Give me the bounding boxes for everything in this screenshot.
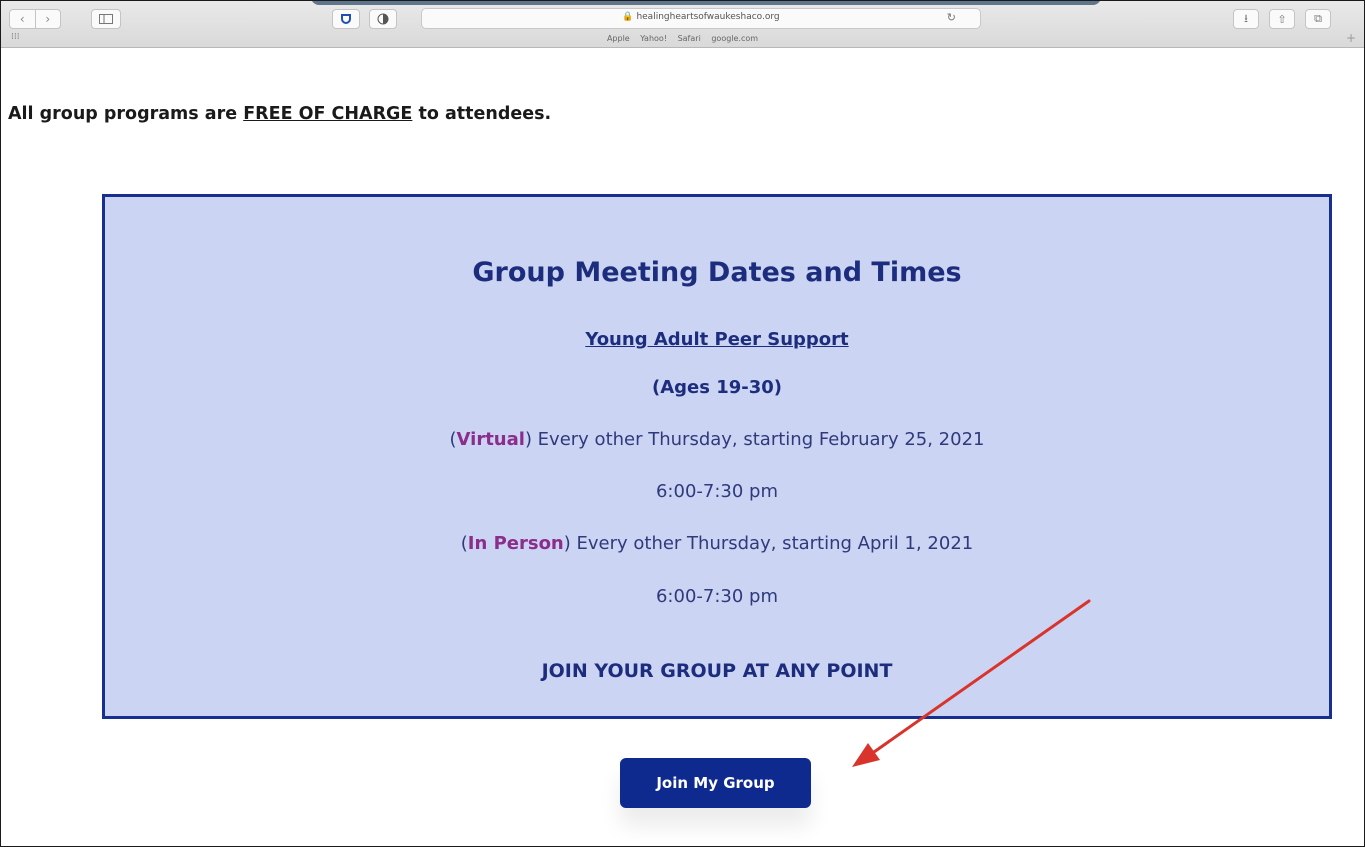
age-range: (Ages 19-30) bbox=[651, 377, 783, 398]
meeting-info-panel: Group Meeting Dates and Times Young Adul… bbox=[102, 194, 1332, 719]
favorite-safari[interactable]: Safari bbox=[678, 34, 701, 43]
favorites-bar: ⁞⁞⁞ Apple Yahoo! Safari google.com + bbox=[1, 31, 1364, 47]
virtual-session-schedule: (Virtual) Every other Thursday, starting… bbox=[449, 429, 985, 450]
favorite-apple[interactable]: Apple bbox=[607, 34, 630, 43]
join-note: JOIN YOUR GROUP AT ANY POINT bbox=[541, 660, 893, 682]
half-circle-icon bbox=[377, 13, 389, 25]
address-bar[interactable]: 🔒 healingheartsofwaukeshaco.org ↻ bbox=[421, 8, 981, 29]
favorite-yahoo[interactable]: Yahoo! bbox=[640, 34, 667, 43]
new-tab-icon[interactable]: + bbox=[1346, 31, 1356, 45]
share-icon[interactable]: ⇧ bbox=[1269, 9, 1295, 29]
virtual-session-time: 6:00-7:30 pm bbox=[655, 481, 779, 502]
program-title-link[interactable]: Young Adult Peer Support bbox=[105, 329, 1329, 350]
shield-extension-icon[interactable] bbox=[332, 9, 360, 29]
privacy-extension-icon[interactable] bbox=[369, 9, 397, 29]
panel-heading: Group Meeting Dates and Times bbox=[472, 257, 962, 288]
forward-icon[interactable]: › bbox=[34, 10, 61, 28]
in-person-session-schedule: (In Person) Every other Thursday, starti… bbox=[460, 533, 974, 554]
download-icon[interactable]: ⭳ bbox=[1233, 9, 1259, 29]
url-text: 🔒 healingheartsofwaukeshaco.org bbox=[622, 12, 780, 22]
back-icon[interactable]: ‹ bbox=[10, 10, 35, 28]
free-of-charge-text: FREE OF CHARGE bbox=[243, 104, 413, 124]
join-my-group-button[interactable]: Join My Group bbox=[620, 758, 811, 808]
shield-glyph-icon bbox=[341, 14, 351, 24]
browser-window: ‹ › 🔒 healingheartsofwaukeshaco.org ↻ ⭳ … bbox=[0, 0, 1365, 847]
url-label: healingheartsofwaukeshaco.org bbox=[636, 12, 780, 22]
sidebar-glyph-icon bbox=[99, 14, 113, 24]
in-person-session-text: ) Every other Thursday, starting April 1… bbox=[563, 533, 974, 554]
tabs-overview-icon[interactable]: ⧉ bbox=[1305, 9, 1331, 29]
favorite-google[interactable]: google.com bbox=[711, 34, 758, 43]
reload-icon[interactable]: ↻ bbox=[947, 11, 956, 24]
window-overlay bbox=[311, 1, 1101, 5]
free-of-charge-notice: All group programs are FREE OF CHARGE to… bbox=[8, 104, 551, 124]
notice-suffix: to attendees. bbox=[412, 104, 552, 124]
sidebar-icon[interactable] bbox=[91, 9, 121, 29]
virtual-tag: Virtual bbox=[456, 429, 525, 450]
in-person-session-time: 6:00-7:30 pm bbox=[655, 586, 779, 607]
nav-buttons: ‹ › bbox=[9, 9, 61, 29]
virtual-session-text: ) Every other Thursday, starting Februar… bbox=[524, 429, 985, 450]
notice-prefix: All group programs are bbox=[8, 104, 244, 124]
browser-toolbar: ‹ › 🔒 healingheartsofwaukeshaco.org ↻ ⭳ … bbox=[1, 1, 1364, 48]
favorites-list: Apple Yahoo! Safari google.com bbox=[1, 34, 1364, 43]
in-person-tag: In Person bbox=[467, 533, 564, 554]
